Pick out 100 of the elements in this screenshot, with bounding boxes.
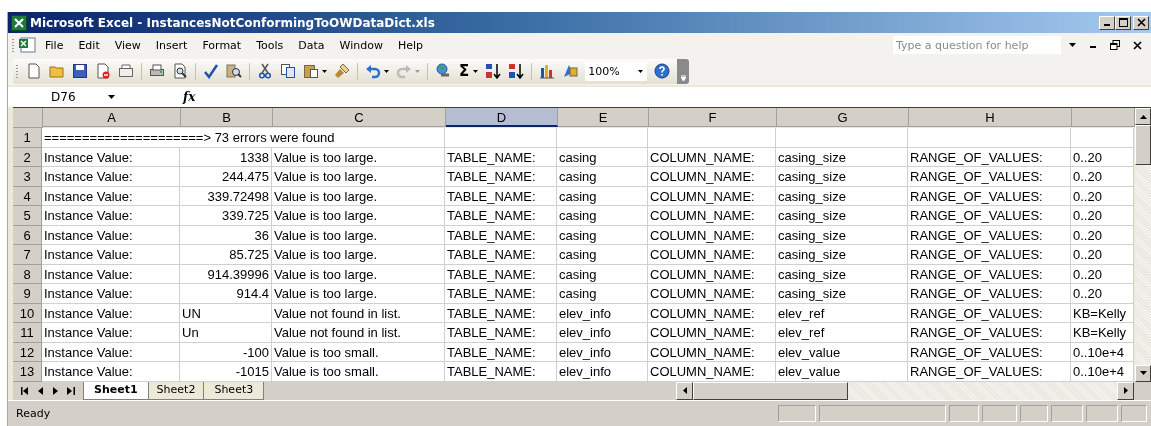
toolbar-options-button[interactable] <box>677 58 690 84</box>
table-cell: casing_size <box>776 225 908 245</box>
restore-icon[interactable] <box>1110 40 1120 50</box>
horizontal-scrollbar[interactable] <box>676 381 1134 400</box>
last-sheet-icon[interactable] <box>67 386 76 395</box>
close-icon[interactable] <box>1133 40 1142 50</box>
table-cell: casing <box>557 264 648 284</box>
scissors-icon[interactable] <box>257 63 273 79</box>
table-cell: Instance Value: <box>42 167 180 187</box>
table-cell: 36 <box>180 225 272 245</box>
minimize-button[interactable] <box>1099 15 1115 30</box>
undo-icon[interactable] <box>365 63 381 79</box>
up-arrow-icon <box>1139 114 1147 119</box>
help-search-field[interactable]: Type a question for help <box>893 36 1061 54</box>
menu-item[interactable]: Format <box>196 36 248 54</box>
new-document-icon[interactable] <box>26 63 42 79</box>
copy-icon[interactable] <box>280 63 296 79</box>
dropdown-arrow-icon[interactable] <box>473 69 479 73</box>
table-cell: casing_size <box>776 245 908 265</box>
dropdown-arrow-icon <box>415 69 420 73</box>
table-cell: RANGE_OF_VALUES: <box>908 303 1071 323</box>
dropdown-arrow-icon[interactable] <box>322 69 327 73</box>
previous-sheet-icon[interactable] <box>38 386 44 395</box>
dropdown-arrow-icon[interactable] <box>384 69 389 73</box>
spelling-check-icon[interactable] <box>203 63 219 79</box>
column-header[interactable]: H <box>909 108 1072 127</box>
row-header[interactable]: 1 <box>13 128 42 148</box>
zoom-dropdown[interactable]: 100% <box>585 61 648 81</box>
menu-item[interactable]: Help <box>391 36 429 54</box>
scroll-thumb[interactable] <box>1135 125 1151 165</box>
printer-icon[interactable] <box>149 63 165 79</box>
menu-item[interactable]: Window <box>333 36 389 54</box>
column-header[interactable]: G <box>777 108 909 127</box>
drawing-shapes-icon[interactable] <box>562 63 579 79</box>
table-cell: elev_value <box>776 362 908 382</box>
right-arrow-icon <box>1123 387 1128 394</box>
table-cell: elev_info <box>557 303 648 323</box>
table-cell: Instance Value: <box>42 284 180 304</box>
research-icon[interactable] <box>226 63 242 79</box>
maximize-button[interactable] <box>1115 15 1131 30</box>
row-header[interactable]: 3 <box>13 167 42 187</box>
status-panel <box>778 404 816 422</box>
table-cell: 1338 <box>180 147 272 167</box>
sort-ascending-icon[interactable] <box>485 63 502 79</box>
sort-descending-icon[interactable] <box>508 63 525 79</box>
close-button[interactable] <box>1133 15 1149 30</box>
menu-item[interactable]: View <box>108 36 147 54</box>
next-sheet-icon[interactable] <box>52 386 58 395</box>
table-cell: RANGE_OF_VALUES: <box>908 264 1071 284</box>
menu-item[interactable]: Insert <box>149 36 194 54</box>
scroll-up-button[interactable] <box>1135 108 1151 125</box>
table-cell: RANGE_OF_VALUES: <box>908 245 1071 265</box>
insert-function-label[interactable]: fx <box>183 90 196 104</box>
table-cell: casing <box>557 225 648 245</box>
first-sheet-icon[interactable] <box>20 386 29 395</box>
paintbrush-icon[interactable] <box>334 63 350 79</box>
row-header[interactable]: 9 <box>13 284 42 304</box>
table-cell: Un <box>180 323 272 343</box>
menu-item[interactable]: Data <box>292 36 331 54</box>
bar-chart-icon[interactable] <box>539 63 556 79</box>
autosum-button[interactable]: Σ <box>458 62 471 80</box>
email-icon[interactable] <box>118 63 134 79</box>
vertical-scrollbar[interactable] <box>1135 108 1151 382</box>
column-header[interactable]: C <box>273 108 446 127</box>
globe-link-icon[interactable] <box>435 63 451 79</box>
column-header[interactable]: A <box>43 108 181 127</box>
table-cell: 0..20 <box>1071 147 1134 167</box>
help-icon[interactable] <box>654 63 671 79</box>
table-cell: Value is too large. <box>272 206 445 226</box>
table-cell: Value is too large. <box>272 225 445 245</box>
spreadsheet-icon[interactable] <box>18 37 36 53</box>
paste-icon[interactable] <box>303 63 319 79</box>
column-header[interactable]: F <box>649 108 777 127</box>
table-cell: TABLE_NAME: <box>445 245 557 265</box>
row-header[interactable]: 11 <box>13 323 42 343</box>
menu-item[interactable]: Tools <box>250 36 290 54</box>
menu-item[interactable]: Edit <box>72 36 106 54</box>
table-cell: 0..20 <box>1071 284 1134 304</box>
row-header[interactable]: 13 <box>13 362 42 382</box>
document-stop-icon[interactable] <box>95 63 111 79</box>
menu-item[interactable]: File <box>39 36 70 54</box>
table-cell: casing_size <box>776 147 908 167</box>
table-cell: COLUMN_NAME: <box>648 362 776 382</box>
print-preview-icon[interactable] <box>172 63 188 79</box>
save-icon[interactable] <box>72 63 88 79</box>
row-header[interactable]: 5 <box>13 206 42 226</box>
dropdown-arrow-icon[interactable] <box>1069 43 1076 47</box>
row-header[interactable]: 7 <box>13 245 42 265</box>
table-cell: =====================> 73 errors were found <box>42 128 445 148</box>
column-header[interactable]: B <box>181 108 273 127</box>
column-header[interactable]: E <box>558 108 649 127</box>
table-cell: COLUMN_NAME: <box>648 186 776 206</box>
column-header[interactable]: D <box>446 108 558 127</box>
table-cell: 244.475 <box>180 167 272 187</box>
table-cell: Value is too large. <box>272 245 445 265</box>
status-panel <box>1121 404 1147 422</box>
dropdown-arrow-icon[interactable] <box>108 95 115 99</box>
status-text: Ready <box>16 406 51 420</box>
window-title: Microsoft Excel - InstancesNotConformingToOWDataDict.xls <box>30 15 435 30</box>
dropdown-arrow-icon[interactable] <box>638 69 644 73</box>
